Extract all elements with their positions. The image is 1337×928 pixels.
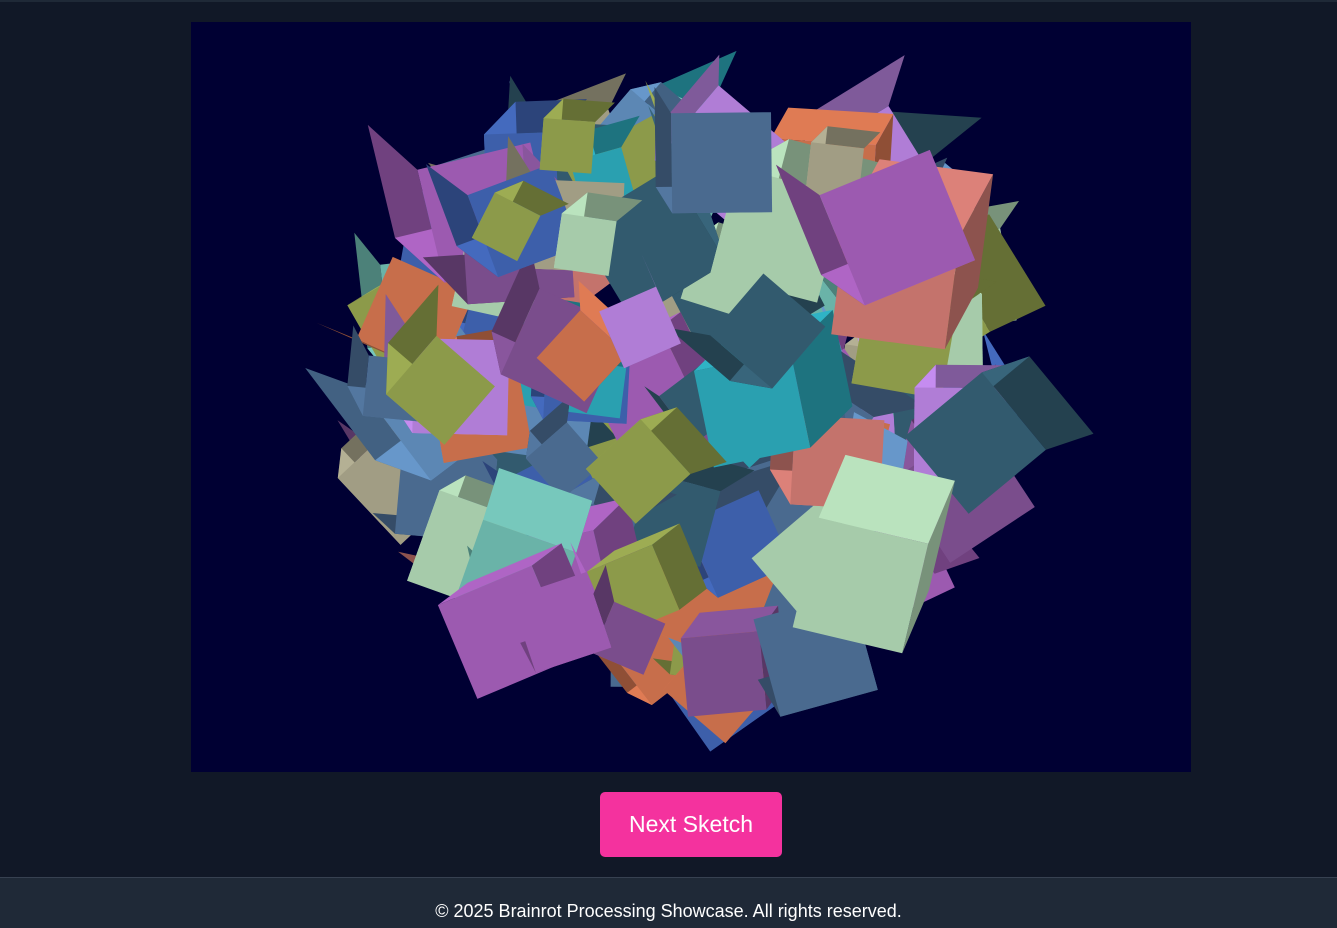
page: Next Sketch © 2025 Brainrot Processing S… [0, 0, 1337, 928]
top-border [0, 0, 1337, 2]
sketch-canvas[interactable] [191, 22, 1191, 772]
sketch-render [191, 22, 1191, 772]
next-sketch-button[interactable]: Next Sketch [600, 792, 782, 857]
footer: © 2025 Brainrot Processing Showcase. All… [0, 877, 1337, 928]
footer-copyright: © 2025 Brainrot Processing Showcase. All… [435, 901, 902, 921]
